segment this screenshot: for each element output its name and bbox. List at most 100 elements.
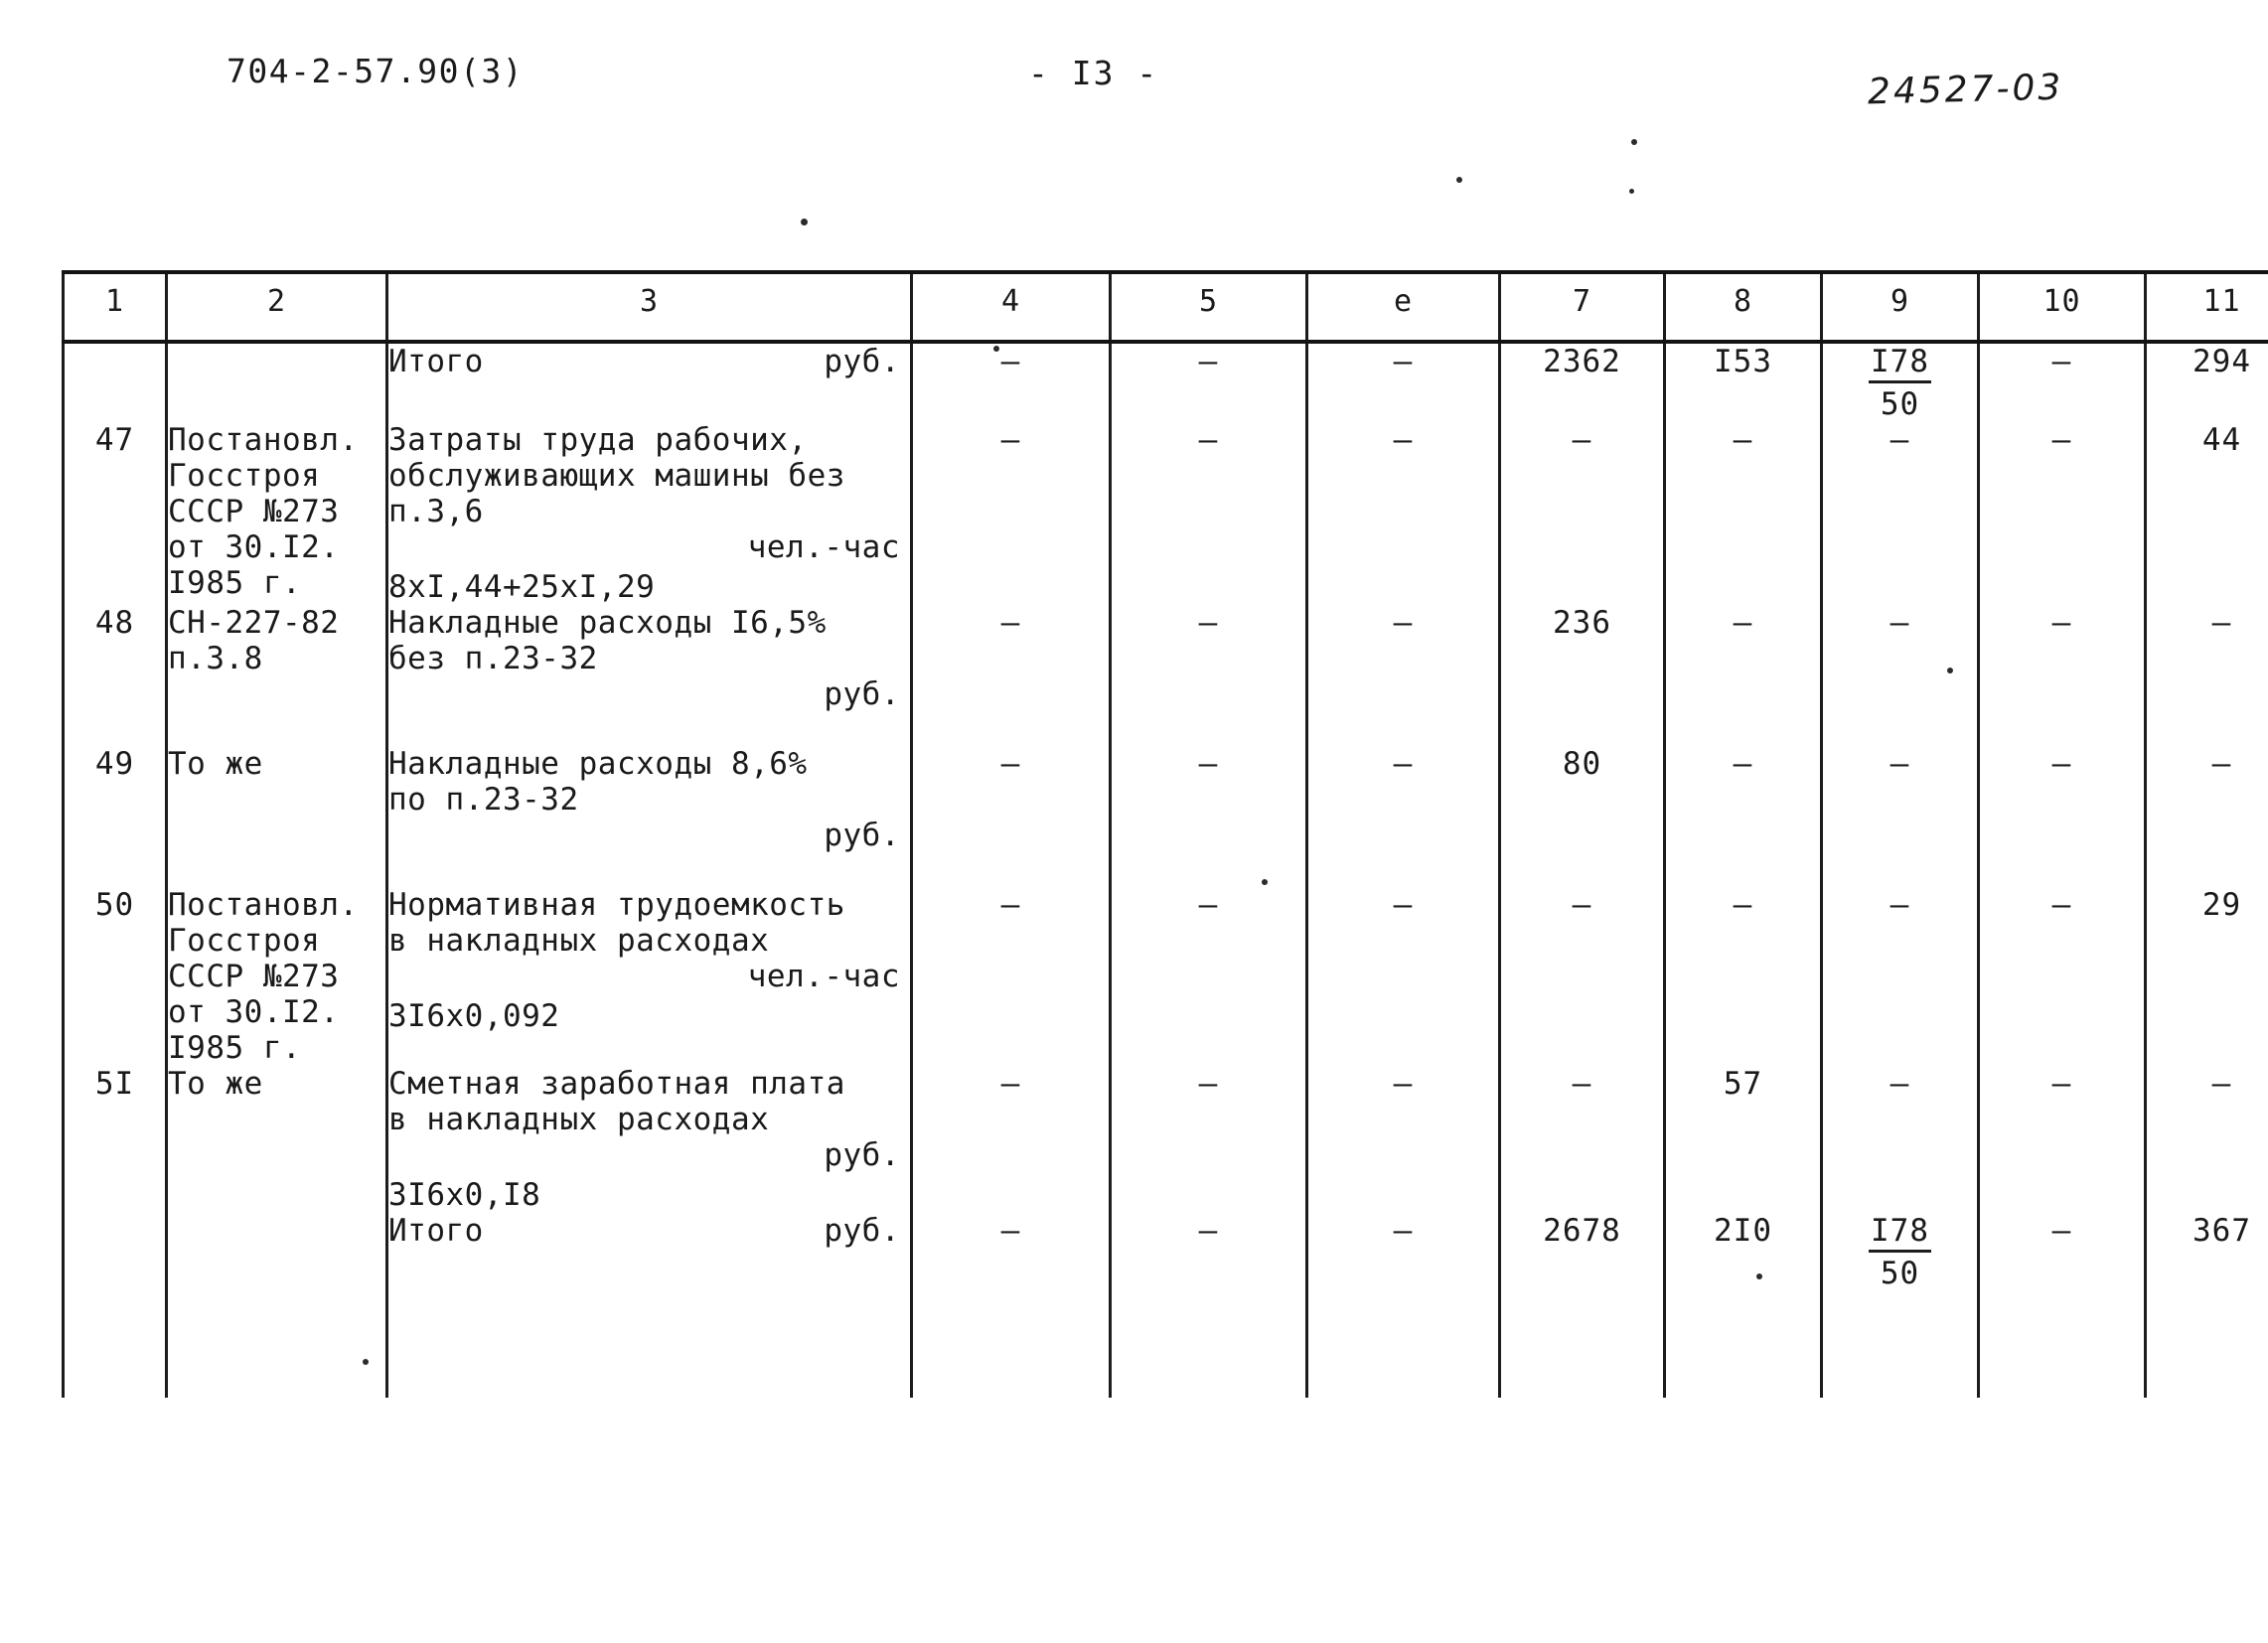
row-description: Накладные расходы 8,6% по п.23-32 руб.	[385, 746, 913, 887]
value-col-10: –	[1977, 1213, 2147, 1398]
description-line: п.3,6	[388, 494, 484, 529]
scan-speck	[1631, 139, 1637, 145]
formula-line: 3I6x0,I8	[388, 1177, 541, 1213]
column-header-3: 3	[385, 270, 913, 344]
row-description: Сметная заработная плата в накладных рас…	[385, 1066, 913, 1213]
row-source: Постановл. Госстроя СССР №273 от 30.I2. …	[165, 887, 388, 1066]
description-line: обслуживающих машины без	[388, 458, 845, 494]
description-line: без п.23-32	[388, 641, 598, 676]
value-col-5: –	[1109, 605, 1308, 746]
description-line: Накладные расходы 8,6%	[388, 746, 808, 782]
value-col-9: –	[1820, 887, 1980, 1066]
value-col-8: 57	[1663, 1066, 1823, 1213]
row-description: Накладные расходы I6,5% без п.23-32 руб.	[385, 605, 913, 746]
row-description: Затраты труда рабочих, обслуживающих маш…	[385, 422, 913, 605]
column-header-10: 10	[1977, 270, 2147, 344]
row-description: Итого руб.	[385, 342, 913, 422]
value-col-10: –	[1977, 887, 2147, 1066]
column-header-7: 7	[1498, 270, 1666, 344]
row-number: 5I	[62, 1066, 168, 1213]
fraction-numerator: I78	[1869, 344, 1931, 383]
formula-line: 3I6x0,092	[388, 998, 560, 1034]
value-col-10: –	[1977, 746, 2147, 887]
fraction-numerator: I78	[1869, 1213, 1931, 1253]
column-header-4: 4	[910, 270, 1112, 344]
row-source	[165, 1213, 388, 1398]
row-number	[62, 1213, 168, 1398]
table-row: Итого руб. – – – 2362 I53 I78 50 – 294	[62, 342, 2268, 422]
value-col-4: –	[910, 342, 1112, 422]
fraction-denominator: 50	[1880, 386, 1920, 422]
column-header-8: 8	[1663, 270, 1823, 344]
table-header-row: 1 2 3 4 5 e 7 8 9 10 11	[62, 270, 2268, 344]
value-col-11: –	[2144, 1066, 2268, 1213]
table-row: 48 СН-227-82 п.3.8 Накладные расходы I6,…	[62, 605, 2268, 746]
row-source: То же	[165, 746, 388, 887]
description-line: Сметная заработная плата	[388, 1066, 845, 1102]
value-col-5: –	[1109, 887, 1308, 1066]
value-col-8: –	[1663, 605, 1823, 746]
value-col-9: I78 50	[1820, 1213, 1980, 1398]
unit-label: руб.	[824, 1137, 900, 1173]
value-col-7: –	[1498, 1066, 1666, 1213]
value-col-11: 44	[2144, 422, 2268, 605]
table-row: 50 Постановл. Госстроя СССР №273 от 30.I…	[62, 887, 2268, 1066]
description-line: Накладные расходы I6,5%	[388, 605, 827, 641]
column-header-6: e	[1305, 270, 1501, 344]
value-col-4: –	[910, 605, 1112, 746]
value-col-11: –	[2144, 605, 2268, 746]
unit-label: руб.	[824, 818, 900, 853]
value-col-6: –	[1305, 605, 1501, 746]
description-line: Нормативная трудоемкость	[388, 887, 845, 923]
value-col-4: –	[910, 422, 1112, 605]
scan-speck	[801, 219, 808, 225]
value-col-10: –	[1977, 422, 2147, 605]
description-line: Затраты труда рабочих,	[388, 422, 808, 458]
value-col-7: –	[1498, 887, 1666, 1066]
scan-speck	[1629, 189, 1634, 194]
document-code: 704-2-57.90(3)	[227, 52, 525, 90]
row-description: Нормативная трудоемкость в накладных рас…	[385, 887, 913, 1066]
value-col-8: –	[1663, 887, 1823, 1066]
value-col-5: –	[1109, 746, 1308, 887]
unit-label: руб.	[824, 676, 900, 712]
description-line: в накладных расходах	[388, 923, 770, 959]
value-col-8: I53	[1663, 342, 1823, 422]
value-col-6: –	[1305, 422, 1501, 605]
column-header-11: 11	[2144, 270, 2268, 344]
value-col-11: 367	[2144, 1213, 2268, 1398]
table-row: 47 Постановл. Госстроя СССР №273 от 30.I…	[62, 422, 2268, 605]
value-col-10: –	[1977, 1066, 2147, 1213]
page-number: - I3 -	[1028, 54, 1159, 92]
description-line: в накладных расходах	[388, 1102, 770, 1137]
fraction-denominator: 50	[1880, 1256, 1920, 1291]
row-source: Постановл. Госстроя СССР №273 от 30.I2. …	[165, 422, 388, 605]
value-col-8: –	[1663, 746, 1823, 887]
row-spacer	[388, 853, 910, 887]
table-row: Итого руб. – – – 2678 2I0 I78 50 – 367	[62, 1213, 2268, 1398]
scan-speck	[1456, 177, 1462, 183]
value-col-11: –	[2144, 746, 2268, 887]
value-col-5: –	[1109, 1066, 1308, 1213]
value-col-9: –	[1820, 605, 1980, 746]
row-source	[165, 342, 388, 422]
unit-label: чел.-час	[747, 529, 900, 565]
row-number: 49	[62, 746, 168, 887]
archive-code: 24527-03	[1867, 67, 2064, 113]
row-source: То же	[165, 1066, 388, 1213]
table-row: 49 То же Накладные расходы 8,6% по п.23-…	[62, 746, 2268, 887]
row-number	[62, 342, 168, 422]
page-header: 704-2-57.90(3) - I3 - 24527-03	[0, 52, 2268, 121]
fraction-value: I78 50	[1869, 1213, 1931, 1291]
cost-estimate-table: 1 2 3 4 5 e 7 8 9 10 11 Итого руб. – – –…	[62, 270, 2268, 1398]
value-col-6: –	[1305, 887, 1501, 1066]
value-col-4: –	[910, 887, 1112, 1066]
column-header-5: 5	[1109, 270, 1308, 344]
value-col-6: –	[1305, 1066, 1501, 1213]
row-number: 48	[62, 605, 168, 746]
row-number: 47	[62, 422, 168, 605]
unit-label: чел.-час	[747, 959, 900, 994]
column-header-9: 9	[1820, 270, 1980, 344]
row-spacer	[388, 379, 910, 413]
value-col-5: –	[1109, 342, 1308, 422]
